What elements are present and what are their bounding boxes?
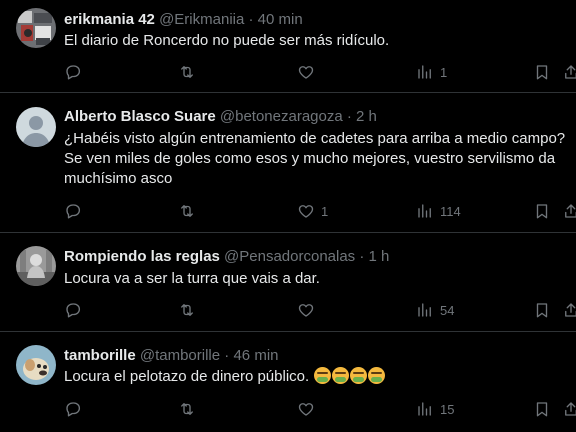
like-button[interactable]: 1 xyxy=(297,201,328,221)
handle[interactable]: @tamborille xyxy=(140,347,220,364)
separator-dot: · xyxy=(359,248,365,265)
tweet-header: tamborille @tamborille · 46 min xyxy=(64,346,279,366)
like-button[interactable] xyxy=(297,300,321,320)
tweet[interactable]: tamborille @tamborille · 46 min Locura e… xyxy=(0,332,576,432)
tweet[interactable]: erikmania 42 @Erikmaniia · 40 min El dia… xyxy=(0,0,576,93)
views-chart-icon xyxy=(418,402,431,416)
bookmark-button[interactable] xyxy=(533,300,551,320)
views-button[interactable]: 15 xyxy=(416,399,454,419)
retweet-button[interactable] xyxy=(178,62,202,82)
handle[interactable]: @Pensadorconalas xyxy=(224,248,355,265)
views-chart-icon xyxy=(418,65,431,79)
bookmark-icon xyxy=(536,204,548,219)
avatar[interactable] xyxy=(16,345,56,385)
tweet[interactable]: Alberto Blasco Suare @betonezaragoza · 2… xyxy=(0,93,576,233)
separator-dot: · xyxy=(346,108,352,125)
reply-button[interactable] xyxy=(64,300,88,320)
heart-icon xyxy=(298,205,314,218)
tweet-header: erikmania 42 @Erikmaniia · 40 min xyxy=(64,10,303,30)
reply-button[interactable] xyxy=(64,62,88,82)
nauseated-face-emoji-icon xyxy=(332,367,350,384)
reply-icon xyxy=(66,402,81,417)
tweet-actions: 54 xyxy=(64,300,576,320)
avatar[interactable] xyxy=(16,107,56,147)
avatar[interactable] xyxy=(16,8,56,48)
reply-icon xyxy=(66,303,81,318)
avatar[interactable] xyxy=(16,246,56,286)
retweet-icon xyxy=(181,403,193,415)
like-count: 1 xyxy=(321,203,329,219)
retweet-button[interactable] xyxy=(178,201,202,221)
tweet-actions: 15 xyxy=(64,399,576,419)
tweet-actions: 1 114 xyxy=(64,201,576,221)
views-button[interactable]: 114 xyxy=(416,201,461,221)
share-button[interactable] xyxy=(562,62,576,82)
retweet-button[interactable] xyxy=(178,300,202,320)
avatar-photo-collage-icon xyxy=(16,8,56,48)
share-button[interactable] xyxy=(562,300,576,320)
timestamp[interactable]: 1 h xyxy=(369,248,390,265)
nauseated-face-emoji-icon xyxy=(350,367,368,384)
separator-dot: · xyxy=(248,11,254,28)
views-count: 54 xyxy=(440,302,455,318)
bookmark-icon xyxy=(536,65,548,80)
tweet-text-container: Locura el pelotazo de dinero público. xyxy=(64,367,576,387)
share-icon xyxy=(565,204,576,218)
share-button[interactable] xyxy=(562,399,576,419)
share-button[interactable] xyxy=(562,201,576,221)
display-name[interactable]: erikmania 42 xyxy=(64,11,155,28)
share-icon xyxy=(565,303,576,317)
avatar-photo-statue-icon xyxy=(16,246,56,286)
bookmark-icon xyxy=(536,402,548,417)
display-name[interactable]: Rompiendo las reglas xyxy=(64,248,220,265)
heart-icon xyxy=(298,403,314,416)
retweet-button[interactable] xyxy=(178,399,202,419)
views-chart-icon xyxy=(418,303,431,317)
bookmark-button[interactable] xyxy=(533,62,551,82)
views-count: 15 xyxy=(440,401,455,417)
retweet-icon xyxy=(181,205,193,217)
like-button[interactable] xyxy=(297,399,321,419)
tweet-actions: 1 xyxy=(64,62,576,82)
views-count: 1 xyxy=(440,64,448,80)
handle[interactable]: @Erikmaniia xyxy=(159,11,244,28)
views-count: 114 xyxy=(440,203,461,219)
reply-icon xyxy=(66,65,81,80)
views-button[interactable]: 1 xyxy=(416,62,447,82)
retweet-icon xyxy=(181,304,193,316)
reply-button[interactable] xyxy=(64,399,88,419)
timestamp[interactable]: 40 min xyxy=(258,11,303,28)
tweet-text: El diario de Roncerdo no puede ser más r… xyxy=(64,32,390,49)
retweet-icon xyxy=(181,66,193,78)
tweet-header: Rompiendo las reglas @Pensadorconalas · … xyxy=(64,247,389,267)
nauseated-face-emoji-icon xyxy=(368,367,386,384)
avatar-photo-animal-icon xyxy=(16,345,56,385)
views-button[interactable]: 54 xyxy=(416,300,454,320)
tweet-text: Locura el pelotazo de dinero público. xyxy=(64,368,310,385)
nauseated-face-emoji-icon xyxy=(314,367,332,384)
default-avatar-icon xyxy=(16,107,56,147)
like-button[interactable] xyxy=(297,62,321,82)
reply-icon xyxy=(66,204,81,219)
tweet[interactable]: Rompiendo las reglas @Pensadorconalas · … xyxy=(0,233,576,332)
tweet-header: Alberto Blasco Suare @betonezaragoza · 2… xyxy=(64,107,377,127)
handle[interactable]: @betonezaragoza xyxy=(220,108,343,125)
share-icon xyxy=(565,65,576,79)
tweet-text: Locura va a ser la turra que vais a dar. xyxy=(64,270,320,287)
heart-icon xyxy=(298,304,314,317)
tweet-text: ¿Habéis visto algún entrenamiento de cad… xyxy=(64,130,566,187)
timeline-feed: erikmania 42 @Erikmaniia · 40 min El dia… xyxy=(0,0,576,432)
bookmark-icon xyxy=(536,303,548,318)
reply-button[interactable] xyxy=(64,201,88,221)
views-chart-icon xyxy=(418,204,431,218)
display-name[interactable]: Alberto Blasco Suare xyxy=(64,108,216,125)
bookmark-button[interactable] xyxy=(533,399,551,419)
display-name[interactable]: tamborille xyxy=(64,347,136,364)
timestamp[interactable]: 2 h xyxy=(356,108,377,125)
heart-icon xyxy=(298,66,314,79)
timestamp[interactable]: 46 min xyxy=(233,347,278,364)
bookmark-button[interactable] xyxy=(533,201,551,221)
separator-dot: · xyxy=(224,347,230,364)
share-icon xyxy=(565,402,576,416)
